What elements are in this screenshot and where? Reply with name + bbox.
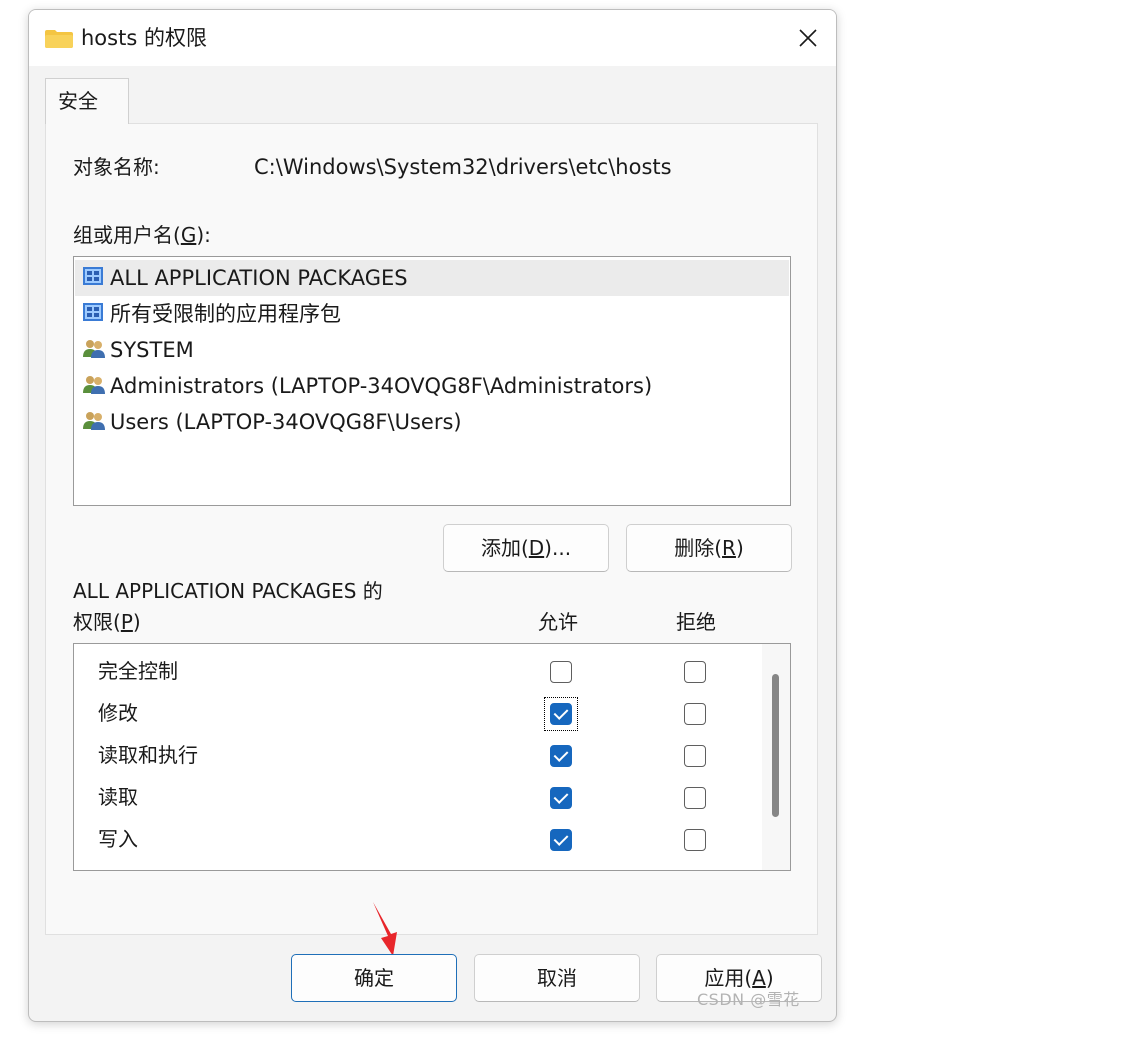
tab-strip: 安全 bbox=[29, 66, 836, 124]
allow-column-header: 允许 bbox=[538, 610, 578, 634]
permission-row-partial bbox=[74, 861, 764, 870]
watermark: CSDN @雪花 bbox=[697, 990, 800, 1009]
window-title: hosts 的权限 bbox=[81, 26, 207, 50]
permission-row-read-execute: 读取和执行 bbox=[74, 735, 764, 777]
object-name-value: C:\Windows\System32\drivers\etc\hosts bbox=[254, 155, 672, 179]
groups-listbox[interactable]: ALL APPLICATION PACKAGES 所有受限制的应用程序包 SYS… bbox=[73, 256, 791, 506]
deny-checkbox[interactable] bbox=[684, 787, 706, 809]
object-name-label: 对象名称: bbox=[73, 155, 160, 179]
deny-checkbox[interactable] bbox=[684, 703, 706, 725]
allow-checkbox[interactable] bbox=[550, 703, 572, 725]
deny-checkbox[interactable] bbox=[684, 661, 706, 683]
red-arrow-icon bbox=[373, 902, 397, 956]
title-bar: hosts 的权限 bbox=[29, 10, 836, 66]
permissions-title: ALL APPLICATION PACKAGES 的 bbox=[73, 579, 383, 603]
permissions-dialog: hosts 的权限 安全 对象名称: C:\Windows\System32\d… bbox=[28, 9, 837, 1022]
scrollbar-thumb[interactable] bbox=[772, 674, 779, 817]
permission-row-write: 写入 bbox=[74, 819, 764, 861]
permission-row-modify: 修改 bbox=[74, 693, 764, 735]
package-group-icon bbox=[83, 267, 103, 285]
allow-checkbox[interactable] bbox=[550, 829, 572, 851]
group-item-users[interactable]: Users (LAPTOP-34OVQG8F\Users) bbox=[82, 404, 787, 440]
users-group-icon bbox=[83, 376, 105, 394]
group-item-restricted-packages[interactable]: 所有受限制的应用程序包 bbox=[82, 296, 787, 332]
permissions-scrollbar[interactable] bbox=[762, 644, 790, 870]
permissions-list: 完全控制 修改 读取和执行 读取 写入 bbox=[73, 643, 791, 871]
cancel-button[interactable]: 取消 bbox=[474, 954, 640, 1002]
close-button[interactable] bbox=[780, 10, 836, 66]
allow-checkbox[interactable] bbox=[550, 787, 572, 809]
folder-icon bbox=[45, 30, 73, 48]
deny-checkbox[interactable] bbox=[684, 829, 706, 851]
users-group-icon bbox=[83, 340, 105, 358]
deny-checkbox[interactable] bbox=[684, 745, 706, 767]
group-item-all-application-packages[interactable]: ALL APPLICATION PACKAGES bbox=[75, 260, 789, 296]
groups-label: 组或用户名(G): bbox=[73, 223, 211, 247]
add-button[interactable]: 添加(D)... bbox=[443, 524, 609, 572]
group-item-administrators[interactable]: Administrators (LAPTOP-34OVQG8F\Administ… bbox=[82, 368, 787, 404]
tab-security[interactable]: 安全 bbox=[45, 78, 129, 124]
permissions-label: 权限(P) bbox=[73, 610, 141, 634]
allow-checkbox[interactable] bbox=[550, 661, 572, 683]
users-group-icon bbox=[83, 412, 105, 430]
close-icon bbox=[799, 29, 817, 47]
permission-row-read: 读取 bbox=[74, 777, 764, 819]
permission-row-full-control: 完全控制 bbox=[74, 651, 764, 693]
group-item-system[interactable]: SYSTEM bbox=[82, 332, 787, 368]
remove-button[interactable]: 删除(R) bbox=[626, 524, 792, 572]
ok-button[interactable]: 确定 bbox=[291, 954, 457, 1002]
deny-column-header: 拒绝 bbox=[676, 610, 716, 634]
allow-checkbox[interactable] bbox=[550, 745, 572, 767]
package-group-icon bbox=[83, 303, 103, 321]
